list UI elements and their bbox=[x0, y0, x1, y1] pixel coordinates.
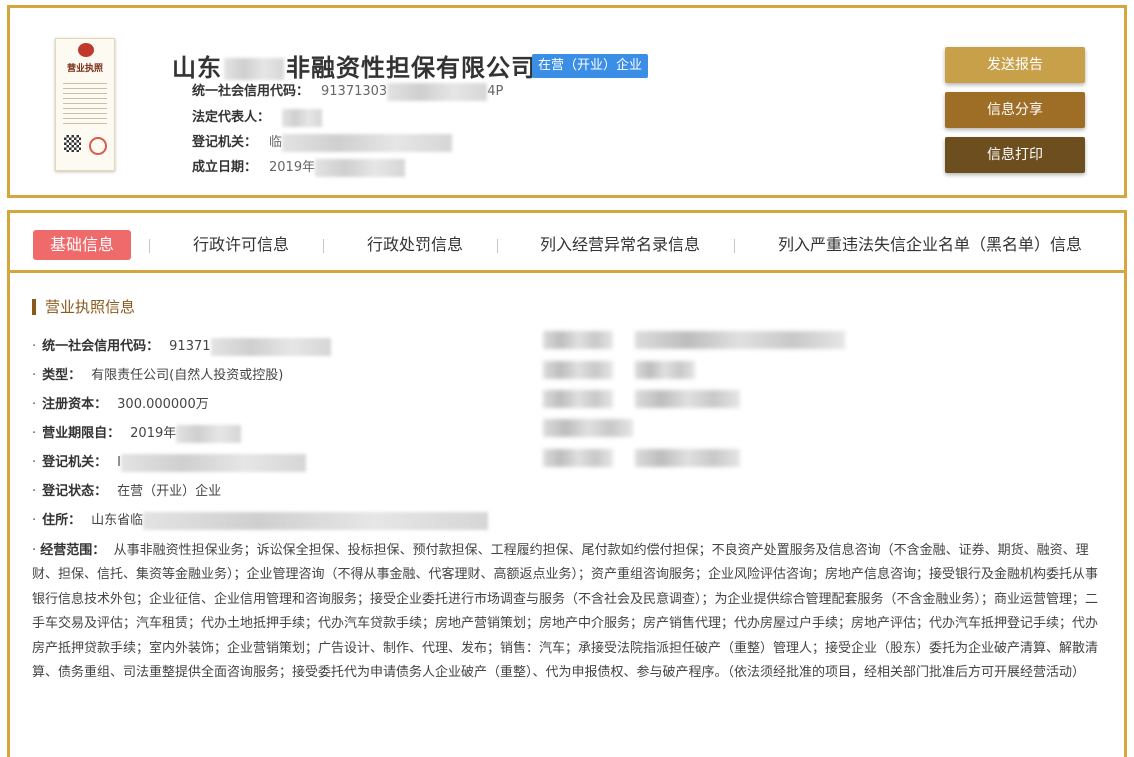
tab-basic-info[interactable]: 基础信息 bbox=[33, 230, 132, 260]
field-capital: · 注册资本： 300.000000万 bbox=[32, 397, 209, 412]
license-text-lines bbox=[63, 79, 107, 127]
redacted-block bbox=[543, 331, 613, 349]
send-report-button[interactable]: 发送报告 bbox=[945, 47, 1085, 83]
company-name: 山东 非融资性担保有限公司 bbox=[172, 54, 536, 82]
field-term: · 营业期限自： 2019年 bbox=[32, 422, 242, 443]
field-label: 类型： bbox=[42, 368, 82, 383]
status-badge: 在营（开业）企业 bbox=[532, 54, 649, 78]
redacted-block bbox=[635, 331, 845, 349]
field-value: 从事非融资性担保业务；诉讼保全担保、投标担保、预付款担保、工程履约担保、尾付款如… bbox=[32, 543, 1099, 681]
field-type: · 类型： 有限责任公司(自然人投资或控股) bbox=[32, 368, 284, 383]
tab-abnormal-list[interactable]: 列入经营异常名录信息 bbox=[540, 230, 700, 260]
field-label: 住所： bbox=[42, 513, 82, 528]
header-established-row: 成立日期： 2019年 bbox=[192, 156, 406, 177]
redacted-block bbox=[635, 449, 740, 467]
qr-code-icon bbox=[64, 135, 81, 152]
license-title: 营业执照 bbox=[66, 64, 103, 74]
header-credit-code-row: 统一社会信用代码： 91371303 4P bbox=[192, 80, 503, 101]
info-tabs: 基础信息 行政许可信息 行政处罚信息 列入经营异常名录信息 列入严重违法失信企业… bbox=[10, 213, 1124, 273]
tab-divider bbox=[323, 239, 324, 253]
redacted-value bbox=[282, 108, 323, 127]
field-value: 2019年 bbox=[130, 424, 242, 443]
field-value: 在营（开业）企业 bbox=[117, 484, 222, 499]
print-info-button[interactable]: 信息打印 bbox=[945, 137, 1085, 173]
header-legal-rep-row: 法定代表人： bbox=[192, 106, 323, 127]
header-authority-value: 临 bbox=[269, 133, 453, 152]
field-business-scope: · 经营范围： 从事非融资性担保业务；诉讼保全担保、投标担保、预付款担保、工程履… bbox=[32, 543, 1099, 681]
share-info-button[interactable]: 信息分享 bbox=[945, 92, 1085, 128]
field-label: 注册资本： bbox=[42, 397, 108, 412]
official-seal-icon bbox=[89, 137, 107, 155]
field-label: 登记状态： bbox=[42, 484, 108, 499]
header-authority-row: 登记机关： 临 bbox=[192, 131, 453, 152]
tab-divider bbox=[734, 239, 735, 253]
field-label: 经营范围： bbox=[40, 543, 106, 558]
header-credit-code-label: 统一社会信用代码： bbox=[192, 84, 310, 99]
field-label: 统一社会信用代码： bbox=[42, 339, 160, 354]
header-authority-label: 登记机关： bbox=[192, 135, 258, 150]
redacted-block bbox=[635, 390, 740, 408]
field-label: 营业期限自： bbox=[42, 426, 121, 441]
tab-admin-license[interactable]: 行政许可信息 bbox=[193, 230, 289, 260]
redacted-block bbox=[543, 361, 613, 379]
business-license-thumbnail[interactable]: 营业执照 bbox=[55, 38, 115, 171]
tab-admin-penalty[interactable]: 行政处罚信息 bbox=[367, 230, 463, 260]
national-emblem-icon bbox=[78, 43, 94, 57]
field-value: 山东省临 bbox=[91, 511, 489, 530]
section-title: 营业执照信息 bbox=[32, 299, 135, 315]
redacted-block bbox=[543, 419, 633, 437]
header-established-label: 成立日期： bbox=[192, 160, 258, 175]
field-value: I bbox=[117, 453, 306, 472]
header-legal-rep-label: 法定代表人： bbox=[192, 110, 271, 125]
redacted-block bbox=[635, 361, 695, 379]
company-detail-card: 基础信息 行政许可信息 行政处罚信息 列入经营异常名录信息 列入严重违法失信企业… bbox=[7, 210, 1127, 757]
header-credit-code-value: 91371303 4P bbox=[321, 82, 504, 101]
header-established-value: 2019年 bbox=[269, 158, 406, 177]
redacted-name bbox=[224, 58, 284, 80]
field-status: · 登记状态： 在营（开业）企业 bbox=[32, 484, 222, 499]
field-label: 登记机关： bbox=[42, 455, 108, 470]
tab-divider bbox=[149, 239, 150, 253]
field-authority: · 登记机关： I bbox=[32, 451, 306, 472]
company-header-card: 营业执照 山东 非融资性担保有限公司 在营（开业）企业 统一社会信用代码： 9137… bbox=[7, 5, 1127, 198]
field-value: 300.000000万 bbox=[117, 397, 209, 412]
field-address: · 住所： 山东省临 bbox=[32, 509, 489, 530]
redacted-block bbox=[543, 449, 613, 467]
field-credit-code: · 统一社会信用代码： 91371 bbox=[32, 335, 331, 356]
tab-blacklist[interactable]: 列入严重违法失信企业名单（黑名单）信息 bbox=[778, 230, 1082, 260]
redacted-block bbox=[543, 390, 613, 408]
field-value: 有限责任公司(自然人投资或控股) bbox=[91, 368, 284, 383]
tab-divider bbox=[497, 239, 498, 253]
field-value: 91371 bbox=[169, 337, 331, 356]
